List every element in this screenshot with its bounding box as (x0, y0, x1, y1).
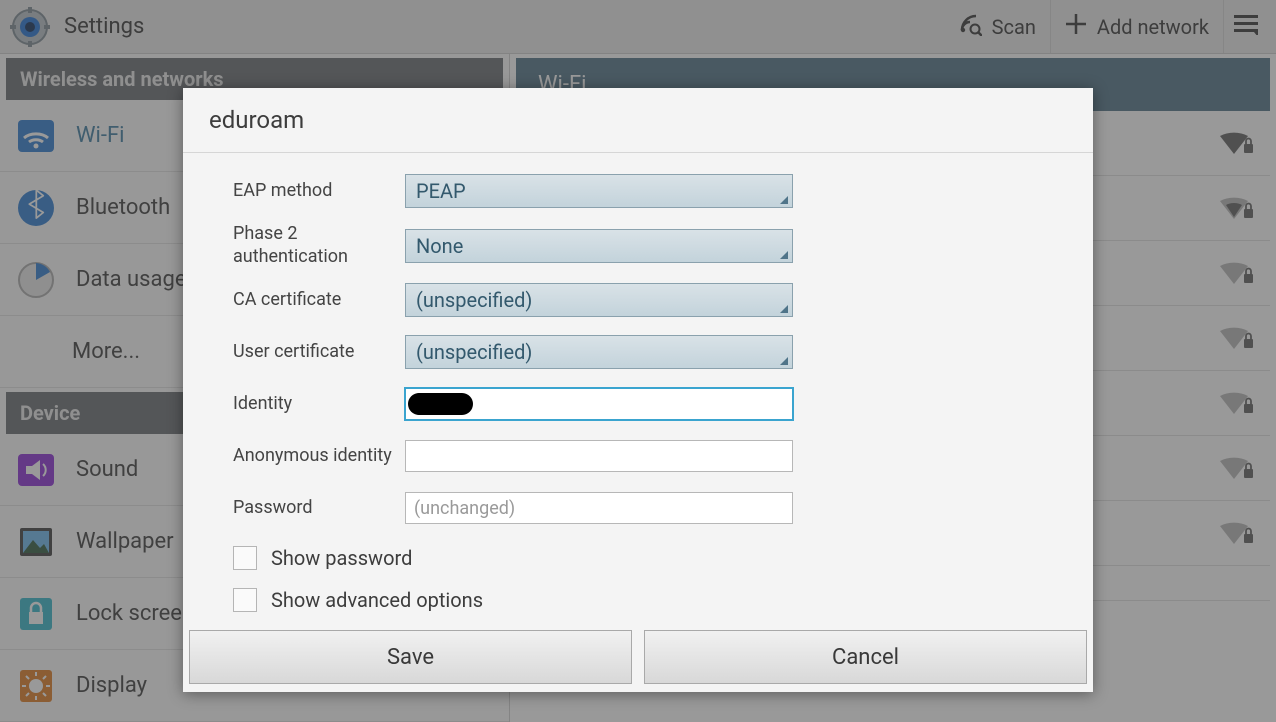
label-ca-cert: CA certificate (233, 289, 405, 312)
label-user-cert: User certificate (233, 341, 405, 364)
show-password-checkbox[interactable] (233, 546, 257, 570)
anonymous-identity-input[interactable] (405, 440, 793, 472)
dialog-title: eduroam (183, 88, 1093, 153)
ca-cert-value: (unspecified) (416, 288, 532, 312)
eap-method-spinner[interactable]: PEAP (405, 174, 793, 208)
label-eap-method: EAP method (233, 180, 405, 203)
cancel-button[interactable]: Cancel (644, 630, 1087, 684)
wifi-config-dialog: eduroam EAP method PEAP Phase 2 authenti… (183, 88, 1093, 692)
show-advanced-checkbox[interactable] (233, 588, 257, 612)
ca-cert-spinner[interactable]: (unspecified) (405, 283, 793, 317)
password-input[interactable] (405, 492, 793, 524)
show-advanced-label: Show advanced options (271, 588, 483, 612)
label-phase2: Phase 2 authentication (233, 223, 405, 268)
label-identity: Identity (233, 393, 405, 416)
user-cert-value: (unspecified) (416, 340, 532, 364)
eap-method-value: PEAP (416, 179, 466, 203)
label-anon-identity: Anonymous identity (233, 445, 405, 468)
save-button[interactable]: Save (189, 630, 632, 684)
user-cert-spinner[interactable]: (unspecified) (405, 335, 793, 369)
show-password-label: Show password (271, 546, 412, 570)
redacted-identity (409, 393, 467, 415)
label-password: Password (233, 497, 405, 520)
cancel-label: Cancel (832, 645, 899, 670)
phase2-spinner[interactable]: None (405, 229, 793, 263)
phase2-value: None (416, 234, 463, 258)
modal-overlay: eduroam EAP method PEAP Phase 2 authenti… (0, 0, 1276, 722)
save-label: Save (387, 645, 434, 670)
